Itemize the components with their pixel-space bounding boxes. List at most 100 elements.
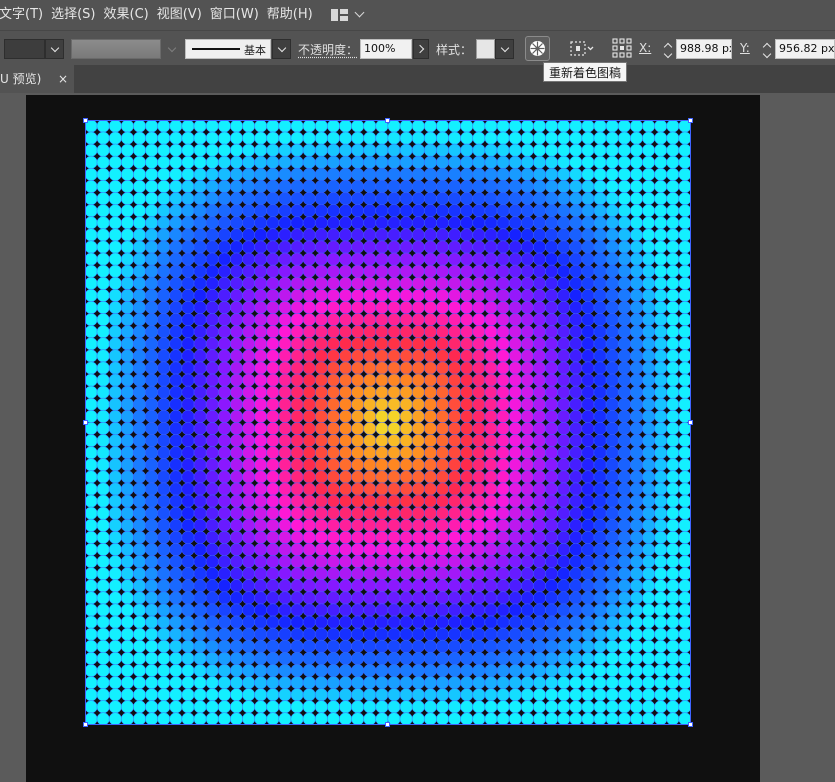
menu-select[interactable]: 选择(S) <box>51 0 103 29</box>
halftone-dot <box>569 349 583 363</box>
halftone-dot <box>399 506 413 520</box>
halftone-dot <box>278 131 292 145</box>
x-spinner[interactable] <box>662 39 674 59</box>
halftone-dot <box>399 120 413 133</box>
halftone-dot <box>120 361 134 375</box>
halftone-dot <box>605 591 619 605</box>
halftone-dot <box>484 337 498 351</box>
halftone-dot <box>629 494 644 508</box>
selection-handle-right[interactable] <box>688 420 693 425</box>
halftone-dot <box>108 639 122 653</box>
halftone-dot <box>399 192 413 206</box>
opacity-slider-button[interactable] <box>413 39 429 59</box>
halftone-dot <box>229 651 244 666</box>
x-label: X: <box>639 41 652 55</box>
halftone-dot <box>108 688 122 702</box>
halftone-dot <box>120 120 134 133</box>
halftone-dot <box>448 458 462 472</box>
halftone-dot <box>205 264 219 278</box>
halftone-dot <box>169 458 183 472</box>
opacity-label[interactable]: 不透明度： <box>298 41 358 58</box>
x-position-input[interactable]: 988.98 px <box>676 39 732 59</box>
halftone-dot <box>351 530 365 545</box>
halftone-dot <box>339 664 353 678</box>
halftone-dot <box>242 567 256 581</box>
selection-handle-top[interactable] <box>385 118 390 123</box>
halftone-dot <box>169 615 183 629</box>
halftone-dot <box>351 264 365 278</box>
halftone-dot <box>108 325 122 339</box>
stroke-weight-field[interactable] <box>71 39 161 59</box>
workspace-switcher[interactable] <box>330 0 365 29</box>
graphic-style-dropdown[interactable] <box>495 39 514 59</box>
halftone-dot <box>435 397 450 411</box>
halftone-dot <box>411 506 425 520</box>
brush-definition-field[interactable]: 基本 <box>185 39 271 59</box>
y-position-input[interactable]: 956.82 px <box>775 39 835 59</box>
halftone-dot <box>205 337 219 351</box>
halftone-dot <box>581 240 595 254</box>
halftone-dot <box>448 276 462 290</box>
close-icon[interactable]: × <box>58 65 68 93</box>
selection-handle-top-right[interactable] <box>688 118 693 123</box>
stroke-weight-dropdown[interactable] <box>162 39 181 59</box>
halftone-dot <box>520 627 534 641</box>
halftone-dot <box>593 373 607 387</box>
halftone-dot <box>157 167 171 182</box>
halftone-dot <box>654 120 668 133</box>
halftone-dot <box>108 337 122 351</box>
align-button[interactable] <box>569 39 595 59</box>
recolor-artwork-button[interactable] <box>525 36 550 61</box>
halftone-dot <box>205 688 219 702</box>
halftone-dot <box>629 120 644 133</box>
transform-reference-point[interactable] <box>612 38 632 58</box>
halftone-dot <box>169 143 183 157</box>
halftone-dot <box>326 470 341 484</box>
document-tab[interactable]: U 预览) × <box>0 65 74 93</box>
halftone-dot <box>363 458 377 472</box>
halftone-dot <box>496 482 510 496</box>
halftone-dot <box>496 494 510 508</box>
brush-definition-dropdown[interactable] <box>272 39 291 59</box>
halftone-dot <box>496 567 510 581</box>
halftone-dot <box>108 494 122 508</box>
menu-help[interactable]: 帮助(H) <box>267 0 321 29</box>
opacity-input[interactable]: 100% <box>360 39 412 59</box>
halftone-dot <box>557 567 571 581</box>
stroke-color-dropdown[interactable] <box>45 39 64 59</box>
halftone-dot <box>145 482 159 496</box>
halftone-dot <box>484 204 498 218</box>
halftone-dot <box>108 240 122 254</box>
halftone-dot <box>242 615 256 629</box>
menu-view[interactable]: 视图(V) <box>157 0 210 29</box>
menu-window[interactable]: 窗口(W) <box>210 0 267 29</box>
selection-handle-top-left[interactable] <box>83 118 88 123</box>
y-spinner[interactable] <box>761 39 773 59</box>
selection-handle-bottom[interactable] <box>385 722 390 727</box>
halftone-dot <box>302 688 316 702</box>
halftone-dot <box>484 361 498 375</box>
halftone-dot <box>484 712 498 725</box>
selection-handle-bottom-right[interactable] <box>688 722 693 727</box>
halftone-dot <box>132 204 147 218</box>
halftone-dot <box>654 240 668 254</box>
graphic-style-swatch[interactable] <box>476 39 495 59</box>
halftone-dot <box>557 543 571 557</box>
halftone-dot <box>120 422 134 436</box>
halftone-dot <box>532 409 547 424</box>
selection-handle-left[interactable] <box>83 420 88 425</box>
stroke-color-swatch[interactable] <box>4 39 45 59</box>
halftone-dot <box>193 446 207 460</box>
halftone-dot <box>96 385 110 399</box>
halftone-dot <box>532 688 547 702</box>
halftone-dot <box>229 325 244 339</box>
halftone-dot <box>217 385 231 399</box>
halftone-dot <box>545 567 559 581</box>
halftone-dot <box>399 579 413 593</box>
halftone-dot <box>423 579 437 593</box>
menu-type[interactable]: 文字(T) <box>0 0 51 29</box>
halftone-dot-artwork[interactable] <box>85 120 691 725</box>
menu-effect[interactable]: 效果(C) <box>104 0 157 29</box>
selection-handle-bottom-left[interactable] <box>83 722 88 727</box>
halftone-dot <box>557 591 571 605</box>
